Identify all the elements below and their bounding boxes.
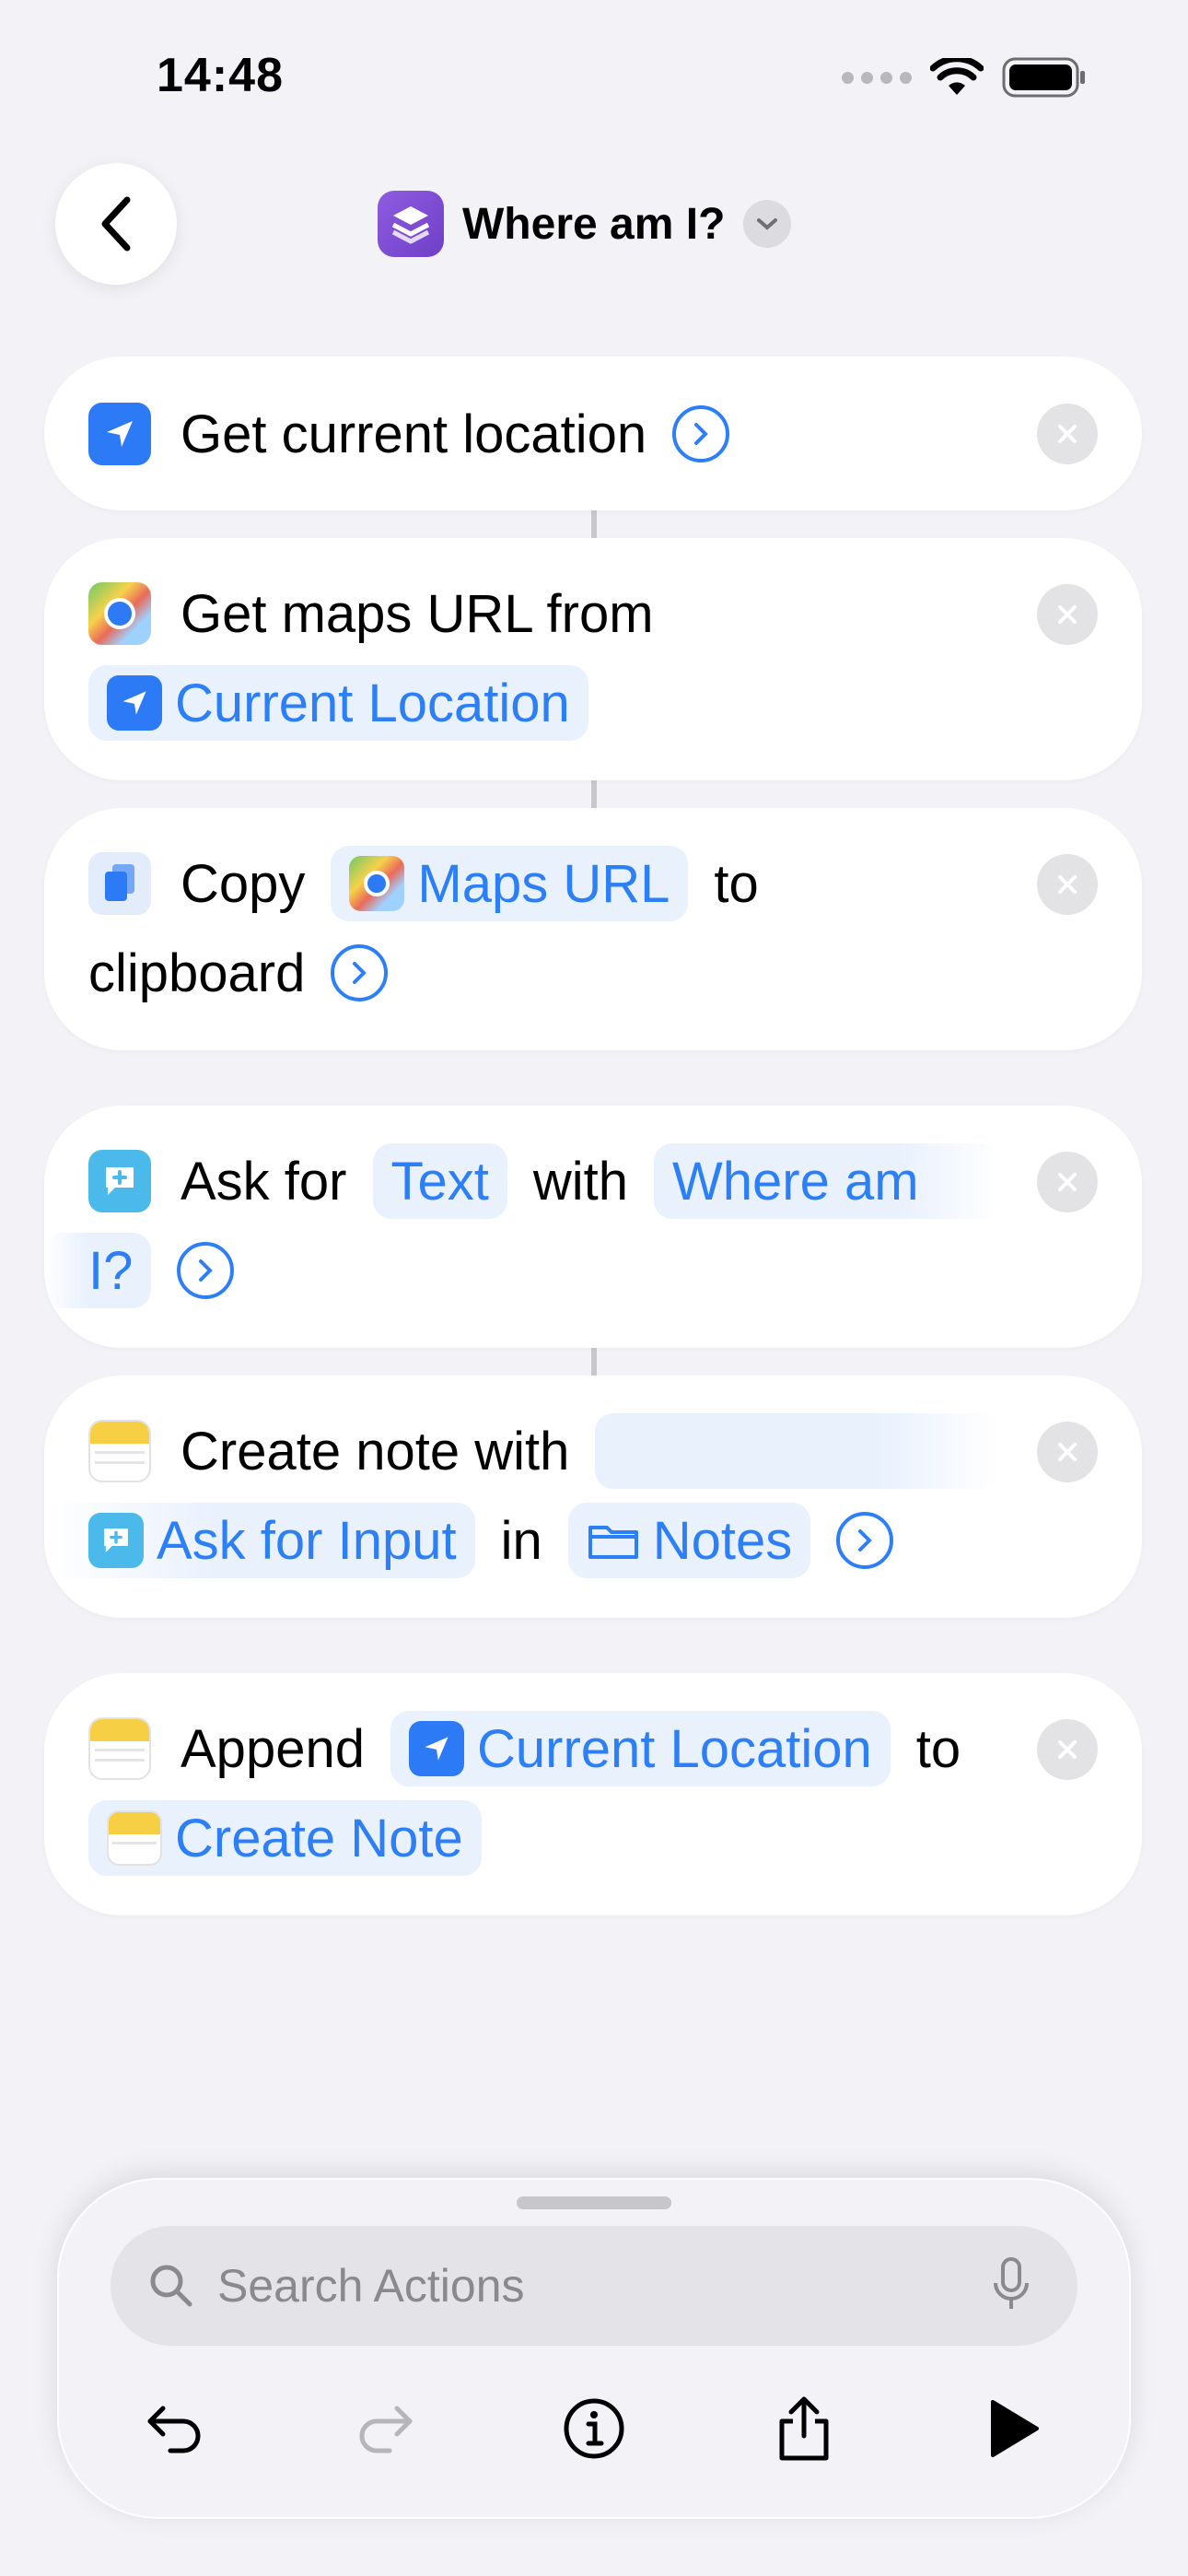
folder-icon	[588, 1526, 638, 1559]
xmark-icon	[1058, 875, 1077, 894]
status-icons	[842, 57, 1087, 98]
remove-action-button[interactable]	[1037, 1422, 1098, 1482]
wifi-icon	[930, 58, 984, 95]
variable-token-create-note[interactable]: Create Note	[88, 1800, 482, 1876]
xmark-icon	[1058, 1443, 1077, 1461]
location-arrow-icon	[107, 675, 162, 731]
actions-panel: Search Actions	[57, 2178, 1131, 2519]
info-button[interactable]	[548, 2383, 640, 2475]
editor-toolbar	[57, 2383, 1131, 2475]
show-more-button[interactable]	[836, 1512, 894, 1569]
action-card-create-note[interactable]: Create note with Ask for Input in Notes	[44, 1376, 1142, 1618]
action-connector-word: to	[915, 1718, 961, 1779]
search-actions-field[interactable]: Search Actions	[111, 2226, 1077, 2346]
action-object: clipboard	[88, 943, 306, 1003]
xmark-icon	[1058, 425, 1077, 443]
back-button[interactable]	[55, 163, 177, 285]
remove-action-button[interactable]	[1037, 404, 1098, 464]
search-placeholder: Search Actions	[217, 2260, 525, 2312]
share-button[interactable]	[758, 2383, 850, 2475]
show-more-button[interactable]	[331, 944, 389, 1001]
shortcut-title-menu[interactable]: Where am I?	[378, 189, 792, 259]
run-button[interactable]	[967, 2383, 1059, 2475]
action-connector	[591, 510, 597, 538]
chat-plus-icon	[88, 1150, 151, 1212]
action-card-copy-to-clipboard[interactable]: Copy Maps URL to clipboard	[44, 808, 1142, 1050]
maps-icon	[349, 856, 405, 911]
shortcut-title: Where am I?	[462, 199, 726, 249]
show-more-button[interactable]	[177, 1242, 235, 1299]
location-arrow-icon	[88, 403, 151, 465]
chevron-left-icon	[101, 196, 131, 252]
action-card-get-current-location[interactable]: Get current location	[44, 357, 1142, 510]
action-verb: Ask for	[181, 1151, 347, 1212]
battery-icon	[1002, 57, 1085, 98]
share-icon	[779, 2396, 829, 2461]
location-arrow-icon	[408, 1721, 464, 1776]
chat-plus-icon	[88, 1513, 144, 1568]
parameter-token-prompt-continued[interactable]: I?	[44, 1233, 152, 1308]
cellular-signal-icon	[842, 71, 912, 84]
redo-button[interactable]	[339, 2383, 431, 2475]
remove-action-button[interactable]	[1037, 1152, 1098, 1212]
undo-icon	[147, 2406, 201, 2453]
notes-icon	[107, 1810, 162, 1866]
notes-icon	[88, 1420, 151, 1482]
action-card-get-maps-url[interactable]: Get maps URL from Current Location	[44, 538, 1142, 780]
action-verb: Copy	[181, 853, 306, 914]
variable-token-ask-for-input[interactable]: Ask for Input	[44, 1503, 475, 1578]
redo-icon	[359, 2406, 413, 2453]
microphone-icon[interactable]	[991, 2255, 1031, 2316]
navigation-bar: Where am I?	[0, 161, 1188, 290]
action-connector	[591, 780, 597, 808]
parameter-token-folder[interactable]: Notes	[567, 1503, 811, 1578]
action-label: Get maps URL from	[181, 583, 654, 644]
chevron-down-icon	[743, 200, 792, 248]
variable-token-maps-url[interactable]: Maps URL	[331, 846, 689, 921]
parameter-token-prompt[interactable]: Where am	[654, 1143, 1003, 1219]
remove-action-button[interactable]	[1037, 584, 1098, 645]
undo-button[interactable]	[129, 2383, 221, 2475]
magnifier-icon	[150, 2265, 192, 2307]
xmark-icon	[1058, 605, 1077, 624]
play-icon	[991, 2400, 1039, 2457]
action-connector-word: with	[532, 1151, 629, 1212]
status-bar: 14:48	[0, 0, 1188, 157]
show-more-button[interactable]	[672, 405, 730, 463]
action-verb: Append	[181, 1718, 365, 1779]
variable-token-current-location[interactable]: Current Location	[88, 665, 588, 741]
variable-token-current-location[interactable]: Current Location	[390, 1711, 891, 1786]
info-icon	[564, 2398, 624, 2459]
action-label: Get current location	[181, 404, 647, 464]
remove-action-button[interactable]	[1037, 854, 1098, 915]
layers-icon	[378, 191, 444, 257]
action-connector-word: to	[714, 853, 759, 914]
action-connector	[591, 1348, 597, 1376]
action-connector-word: in	[500, 1510, 542, 1571]
parameter-token-type[interactable]: Text	[372, 1143, 507, 1219]
xmark-icon	[1058, 1173, 1077, 1191]
notes-icon	[88, 1717, 151, 1780]
parameter-token-note-body[interactable]	[595, 1413, 1001, 1489]
documents-icon	[88, 852, 151, 915]
panel-grabber[interactable]	[517, 2196, 671, 2209]
maps-icon	[88, 582, 151, 645]
action-card-ask-for-input[interactable]: Ask for Text with Where am I?	[44, 1106, 1142, 1348]
status-time: 14:48	[157, 49, 284, 102]
action-card-append-to-note[interactable]: Append Current Location to Create Note	[44, 1673, 1142, 1915]
action-verb: Create note with	[181, 1421, 570, 1481]
remove-action-button[interactable]	[1037, 1719, 1098, 1780]
xmark-icon	[1058, 1740, 1077, 1759]
